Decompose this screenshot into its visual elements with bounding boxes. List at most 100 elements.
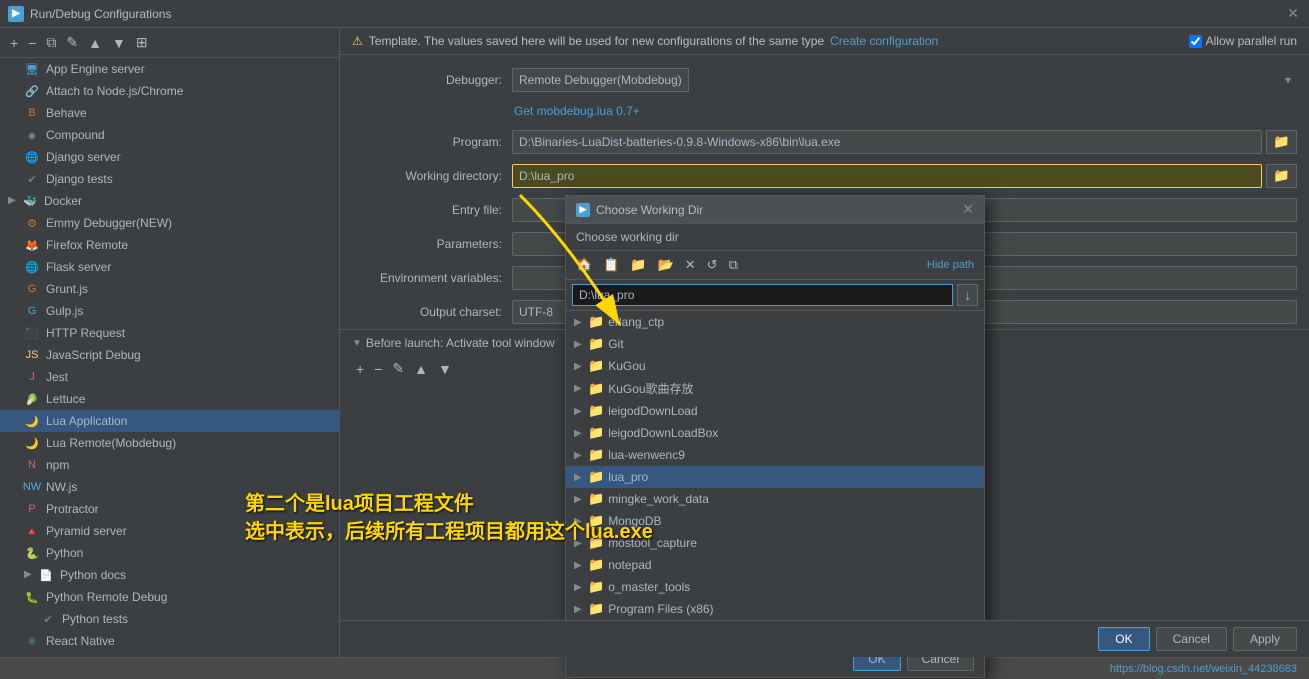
tree-item-program-files[interactable]: ▶ 📁 Program Files (x86) xyxy=(566,598,984,620)
sidebar-item-docker-label: Docker xyxy=(44,194,82,208)
sidebar-item-js-debug[interactable]: JS JavaScript Debug xyxy=(0,344,339,366)
tree-item-lua-wenwenc9[interactable]: ▶ 📁 lua-wenwenc9 xyxy=(566,444,984,466)
sidebar-item-shell[interactable]: ⬛ Shell Script xyxy=(0,652,339,657)
move-down-button[interactable]: ▼ xyxy=(108,33,130,53)
remove-config-button[interactable]: − xyxy=(24,33,40,53)
main-cancel-button[interactable]: Cancel xyxy=(1156,627,1227,651)
sidebar-item-lua-remote[interactable]: 🌙 Lua Remote(Mobdebug) xyxy=(0,432,339,454)
sidebar-item-python-remote[interactable]: 🐛 Python Remote Debug xyxy=(0,586,339,608)
before-launch-remove[interactable]: − xyxy=(370,359,386,379)
sidebar-item-npm[interactable]: N npm xyxy=(0,454,339,476)
git-label: Git xyxy=(608,337,623,351)
sidebar-item-emmy[interactable]: ⚙ Emmy Debugger(NEW) xyxy=(0,212,339,234)
main-ok-button[interactable]: OK xyxy=(1098,627,1149,651)
sidebar-item-jest[interactable]: J Jest xyxy=(0,366,339,388)
tree-item-erlang[interactable]: ▶ 📁 erlang_ctp xyxy=(566,311,984,333)
tree-item-master-tools[interactable]: ▶ 📁 o_master_tools xyxy=(566,576,984,598)
debugger-select[interactable]: Remote Debugger(Mobdebug) Local xyxy=(512,68,689,92)
docker-expand-icon: ▶ xyxy=(8,195,20,207)
tree-item-lua-pro[interactable]: ▶ 📁 lua_pro xyxy=(566,466,984,488)
tree-item-kugou-music[interactable]: ▶ 📁 KuGou歌曲存放 xyxy=(566,377,984,400)
mobdebug-link[interactable]: Get mobdebug.lua 0.7+ xyxy=(352,104,640,118)
move-up-button[interactable]: ▲ xyxy=(84,33,106,53)
sidebar-item-lua-app[interactable]: 🌙 Lua Application xyxy=(0,410,339,432)
tree-item-leigod[interactable]: ▶ 📁 leigodDownLoad xyxy=(566,400,984,422)
working-dir-input[interactable] xyxy=(512,164,1262,188)
main-apply-button[interactable]: Apply xyxy=(1233,627,1297,651)
sidebar-item-attach-node[interactable]: 🔗 Attach to Node.js/Chrome xyxy=(0,80,339,102)
dialog-clear-button[interactable]: ✕ xyxy=(681,255,700,275)
close-button[interactable]: ✕ xyxy=(1285,6,1301,22)
dialog-new-folder-button[interactable]: 📁 xyxy=(626,255,650,275)
sidebar-item-app-engine[interactable]: 🖥 App Engine server xyxy=(0,58,339,80)
sidebar-item-django-server[interactable]: 🌐 Django server xyxy=(0,146,339,168)
shell-icon: ⬛ xyxy=(24,655,40,657)
erlang-expand: ▶ xyxy=(574,317,586,328)
dialog-hide-path-button[interactable]: Hide path xyxy=(923,257,978,273)
sidebar-item-pyramid[interactable]: 🔺 Pyramid server xyxy=(0,520,339,542)
sidebar-item-grunt-label: Grunt.js xyxy=(46,282,88,296)
sidebar-item-js-debug-label: JavaScript Debug xyxy=(46,348,141,362)
tree-item-mingke[interactable]: ▶ 📁 mingke_work_data xyxy=(566,488,984,510)
sidebar-item-compound[interactable]: ◈ Compound xyxy=(0,124,339,146)
lua-wenwenc9-expand: ▶ xyxy=(574,450,586,461)
parallel-run-checkbox[interactable] xyxy=(1189,35,1202,48)
dialog-path-go-button[interactable]: ↓ xyxy=(957,284,978,306)
edit-templates-button[interactable]: ✎ xyxy=(62,32,82,53)
tree-item-notepad[interactable]: ▶ 📁 notepad xyxy=(566,554,984,576)
sidebar-item-http[interactable]: ⬛ HTTP Request xyxy=(0,322,339,344)
working-dir-browse-button[interactable]: 📁 xyxy=(1266,164,1297,188)
dialog-close-button[interactable]: ✕ xyxy=(962,201,974,218)
add-config-button[interactable]: + xyxy=(6,33,22,53)
mingke-expand: ▶ xyxy=(574,494,586,505)
sidebar-item-python-docs[interactable]: ▶ 📄 Python docs xyxy=(0,564,339,586)
sidebar-item-protractor[interactable]: P Protractor xyxy=(0,498,339,520)
program-files-label: Program Files (x86) xyxy=(608,602,713,616)
dialog-home-button[interactable]: 🏠 xyxy=(572,255,596,275)
create-config-link[interactable]: Create configuration xyxy=(830,34,938,48)
dialog-clipboard-button[interactable]: 📋 xyxy=(599,255,623,275)
protractor-icon: P xyxy=(24,501,40,517)
sidebar-item-nwjs[interactable]: NW NW.js xyxy=(0,476,339,498)
sidebar-item-django-tests[interactable]: ✔ Django tests xyxy=(0,168,339,190)
sidebar-item-docker[interactable]: ▶ 🐳 Docker xyxy=(0,190,339,212)
sort-button[interactable]: ⊞ xyxy=(132,32,152,53)
tree-item-git[interactable]: ▶ 📁 Git xyxy=(566,333,984,355)
before-launch-down[interactable]: ▼ xyxy=(434,359,456,379)
sidebar-item-react-native[interactable]: ⚛ React Native xyxy=(0,630,339,652)
sidebar-item-flask-label: Flask server xyxy=(46,260,111,274)
status-url: https://blog.csdn.net/weixin_44238683 xyxy=(1110,663,1297,675)
sidebar-item-flask[interactable]: 🌐 Flask server xyxy=(0,256,339,278)
dialog-open-button[interactable]: 📂 xyxy=(654,255,678,275)
dialog-title-bar: ▶ Choose Working Dir ✕ xyxy=(566,196,984,224)
before-launch-edit[interactable]: ✎ xyxy=(388,358,408,379)
tree-item-mostool[interactable]: ▶ 📁 mostool_capture xyxy=(566,532,984,554)
dialog-refresh-button[interactable]: ↺ xyxy=(703,255,722,275)
sidebar-item-gulp-label: Gulp.js xyxy=(46,304,83,318)
working-dir-input-wrap: 📁 xyxy=(512,164,1297,188)
parameters-label: Parameters: xyxy=(352,237,512,251)
dialog-copy-path-button[interactable]: ⧉ xyxy=(725,255,742,275)
program-browse-button[interactable]: 📁 xyxy=(1266,130,1297,154)
tree-item-leigod-box[interactable]: ▶ 📁 leigodDownLoadBox xyxy=(566,422,984,444)
sidebar-item-firefox[interactable]: 🦊 Firefox Remote xyxy=(0,234,339,256)
sidebar-item-gulp[interactable]: G Gulp.js xyxy=(0,300,339,322)
sidebar-item-python-tests[interactable]: ✔ Python tests xyxy=(0,608,339,630)
dialog-path-field[interactable] xyxy=(572,284,953,306)
sidebar-item-behave[interactable]: B Behave xyxy=(0,102,339,124)
lua-wenwenc9-folder-icon: 📁 xyxy=(588,447,604,463)
before-launch-label: Before launch: Activate tool window xyxy=(366,336,555,350)
sidebar-item-grunt[interactable]: G Grunt.js xyxy=(0,278,339,300)
sidebar-item-lettuce[interactable]: 🥬 Lettuce xyxy=(0,388,339,410)
erlang-label: erlang_ctp xyxy=(608,315,664,329)
tree-item-kugou[interactable]: ▶ 📁 KuGou xyxy=(566,355,984,377)
before-launch-add[interactable]: + xyxy=(352,359,368,379)
leigod-box-folder-icon: 📁 xyxy=(588,425,604,441)
tree-item-mongodb[interactable]: ▶ 📁 MongoDB xyxy=(566,510,984,532)
program-input[interactable] xyxy=(512,130,1262,154)
dialog-file-tree: ▶ 📁 erlang_ctp ▶ 📁 Git ▶ 📁 KuGou ▶ 📁 xyxy=(566,311,984,620)
copy-config-button[interactable]: ⧉ xyxy=(42,32,60,53)
parallel-run-label[interactable]: Allow parallel run xyxy=(1206,34,1297,48)
before-launch-up[interactable]: ▲ xyxy=(410,359,432,379)
sidebar-item-python[interactable]: 🐍 Python xyxy=(0,542,339,564)
